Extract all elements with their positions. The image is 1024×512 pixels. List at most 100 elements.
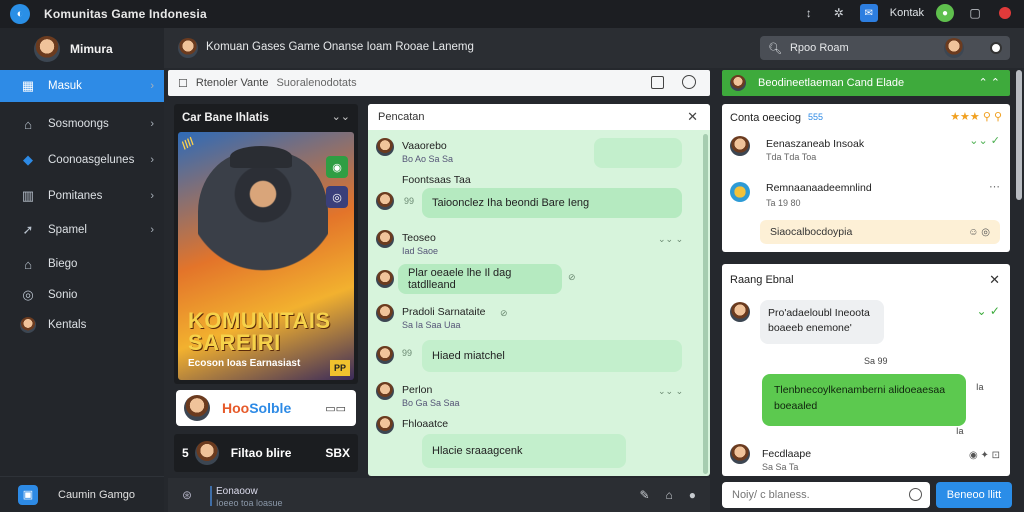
chat-message[interactable]: Vaaorebo Bo Ao Sa Sa xyxy=(368,138,702,168)
close-icon[interactable]: ✕ xyxy=(687,109,698,125)
read-ticks-icon: ⊘ xyxy=(568,272,576,282)
avatar[interactable] xyxy=(178,38,198,58)
promo-card[interactable]: HooSolble ▭▭ xyxy=(176,390,356,426)
message-meta: Sa 99 xyxy=(864,356,888,366)
feed-item[interactable]: Remnaanaadeemnlind Ta 19 80 ⋯ xyxy=(722,180,1010,210)
message-author: Perlon xyxy=(402,384,433,396)
player-name: Filtao blire xyxy=(230,446,292,460)
maximize-icon[interactable]: ▢ xyxy=(966,4,984,22)
house-icon: ⌂ xyxy=(24,256,32,272)
avatar xyxy=(376,416,394,434)
leaderboard-row[interactable]: 5 Filtao blire SBX xyxy=(174,434,358,472)
chat-message[interactable]: Plar oeaele lhe Il dag tatdlleand ⊘ xyxy=(368,264,702,296)
emoji-icon[interactable]: ☺ ◎ xyxy=(968,227,990,238)
message-author: Vaaorebo xyxy=(402,140,447,152)
refresh-icon[interactable] xyxy=(682,75,696,89)
sidebar-item-sosmoongs[interactable]: ⌂ Sosmoongs › xyxy=(0,108,164,140)
page-title: Komuan Gases Game Onanse Ioam Rooae Lane… xyxy=(206,41,474,53)
avatar xyxy=(34,36,60,62)
check-icon[interactable]: ⌄⌄ ✓ xyxy=(969,134,1000,147)
sidebar-item-biego[interactable]: ⌂ Biego xyxy=(0,248,164,280)
sidebar-item-label: Biego xyxy=(48,258,78,270)
direct-message-card: Raang Ebnal ✕ Pro'adaeloubl Ineoota boae… xyxy=(722,264,1010,476)
feed-badge: 555 xyxy=(808,112,824,122)
read-ticks-icon: ⌄⌄ ⌄ xyxy=(658,234,684,244)
game-controller-icon[interactable]: ⊛ xyxy=(182,488,192,502)
more-options-icon[interactable]: ⋯ xyxy=(989,180,1000,193)
send-button[interactable]: Beneoo llitt xyxy=(936,482,1012,508)
emoji-icon[interactable] xyxy=(909,488,922,501)
chat-message[interactable]: 99 Hiaed miatchel xyxy=(368,338,702,374)
chat-message[interactable]: Perlon Bo Ga Sa Saa ⌄⌄ ⌄ xyxy=(368,382,702,412)
sidebar-item-coonoasgelunes[interactable]: ◆ Coonoasgelunes › xyxy=(0,144,164,176)
read-ticks-icon: ⌄⌄ ⌄ xyxy=(658,386,684,396)
right-scrollbar[interactable] xyxy=(1016,70,1022,200)
sidebar-footer[interactable]: ▣ Caumin Gamgo xyxy=(0,476,164,512)
cover-subtitle: Ecoson Ioas Earnasiast xyxy=(188,358,301,369)
game-cover-image[interactable]: //// ◉ ◎ KOMUNITAIS SAREIRI Ecoson Ioas … xyxy=(178,132,354,380)
chat-bubble-icon[interactable]: ▭▭ xyxy=(325,402,346,415)
sidebar-item-label: Sosmoongs xyxy=(48,118,109,130)
sidebar-item-masuk[interactable]: ▦ Masuk › xyxy=(0,70,164,102)
title-bar-actions: ↕ ✲ ✉ Kontak ● ▢ xyxy=(800,4,1014,22)
read-ticks-icon: 99 xyxy=(402,348,413,358)
sidebar-item-label: Sonio xyxy=(48,289,78,301)
avatar xyxy=(376,270,394,288)
close-icon[interactable]: ✕ xyxy=(989,272,1000,288)
chat-title: Pencatan xyxy=(378,111,425,123)
chat-message[interactable]: Pradoli Sarnataite Sa Ia Saa Uaa ⊘ xyxy=(368,304,702,334)
message-bubble: Taioonclez Iha beondi Bare Ieng xyxy=(422,188,682,218)
feed-item-meta: Ta 19 80 xyxy=(766,198,801,208)
feed-item-meta: Tda Tda Toa xyxy=(766,152,817,162)
edit-icon[interactable]: ✎ xyxy=(639,488,649,502)
search-input[interactable] xyxy=(789,42,940,54)
chevron-right-icon: › xyxy=(150,80,154,92)
compose-box[interactable] xyxy=(722,482,930,508)
message-bubble: Pro'adaeloubl Ineoota boaeeb enemone' xyxy=(760,300,884,344)
feed-note[interactable]: Siaocalbocdoypia ☺ ◎ xyxy=(760,220,1000,244)
player-rank: 5 xyxy=(182,446,189,460)
sidebar-item-pomitanes[interactable]: ▥ Pomitanes › xyxy=(0,180,164,212)
status-toggle-icon[interactable] xyxy=(990,42,1002,54)
chat-scrollbar[interactable] xyxy=(703,134,708,474)
chat-message[interactable]: Teoseo Iad Saoe ⌄⌄ ⌄ xyxy=(368,230,702,260)
message-meta: Bo Ao Sa Sa xyxy=(402,154,454,164)
room-edit-icon[interactable]: ☐ xyxy=(178,77,188,90)
search-box[interactable]: 🔍︎ xyxy=(760,36,1010,60)
gear-icon[interactable]: ✲ xyxy=(830,4,848,22)
message-input[interactable] xyxy=(732,489,902,501)
avatar[interactable] xyxy=(944,38,964,58)
message-meta: Bo Ga Sa Saa xyxy=(402,398,460,408)
info-icon[interactable]: ↕ xyxy=(800,4,818,22)
chevron-right-icon: › xyxy=(150,224,154,236)
chat-message[interactable]: Foontsaas Taa 99 Taioonclez Iha beondi B… xyxy=(368,174,702,220)
settings-icon[interactable]: ● xyxy=(689,488,696,502)
message-meta: Ia xyxy=(956,426,964,436)
app-title: Komunitas Game Indonesia xyxy=(44,7,207,21)
chart-icon: ▥ xyxy=(21,188,35,203)
home-icon[interactable]: ⌂ xyxy=(666,488,673,502)
chat-message[interactable]: Fhloaatce Hlacie sraaagcenk xyxy=(368,416,702,472)
reaction-icons[interactable]: ◉ ✦ ⊡ xyxy=(969,450,1000,461)
avatar xyxy=(730,136,750,156)
feed-item[interactable]: Eenaszaneab Insoak Tda Tda Toa ⌄⌄ ✓ xyxy=(722,134,1010,164)
record-icon[interactable] xyxy=(996,4,1014,22)
promo-label-a: Hoo xyxy=(222,400,250,416)
status-online-icon[interactable]: ● xyxy=(936,4,954,22)
sidebar-item-spamel[interactable]: ➚ Spamel › xyxy=(0,214,164,246)
sidebar-profile[interactable]: Mimura xyxy=(0,28,164,70)
gem-icon: ◆ xyxy=(23,152,33,167)
status-bar: ⊛ Eonaoow Ioeeo toa loasue ✎ ⌂ ● xyxy=(168,478,710,512)
message-meta: Sa Ia Saa Uaa xyxy=(402,320,461,330)
home-icon: ▦ xyxy=(21,78,35,93)
expand-icon[interactable] xyxy=(651,76,664,89)
platform-badge-icon: ◉ xyxy=(326,156,348,178)
sidebar-item-kentals[interactable]: Kentals xyxy=(0,309,164,341)
chevron-up-icon[interactable]: ⌃ ⌃ xyxy=(979,76,1001,89)
sidebar-item-sonio[interactable]: ◎ Sonio xyxy=(0,279,164,311)
message-bubble: Hlacie sraaagcenk xyxy=(422,434,626,468)
contacts-icon[interactable]: ✉ xyxy=(859,4,878,22)
panel-menu-icon[interactable]: ⌄⌄ xyxy=(332,110,350,123)
room-title: Rtenoler Vante xyxy=(195,77,269,89)
contacts-label[interactable]: Kontak xyxy=(890,7,924,19)
